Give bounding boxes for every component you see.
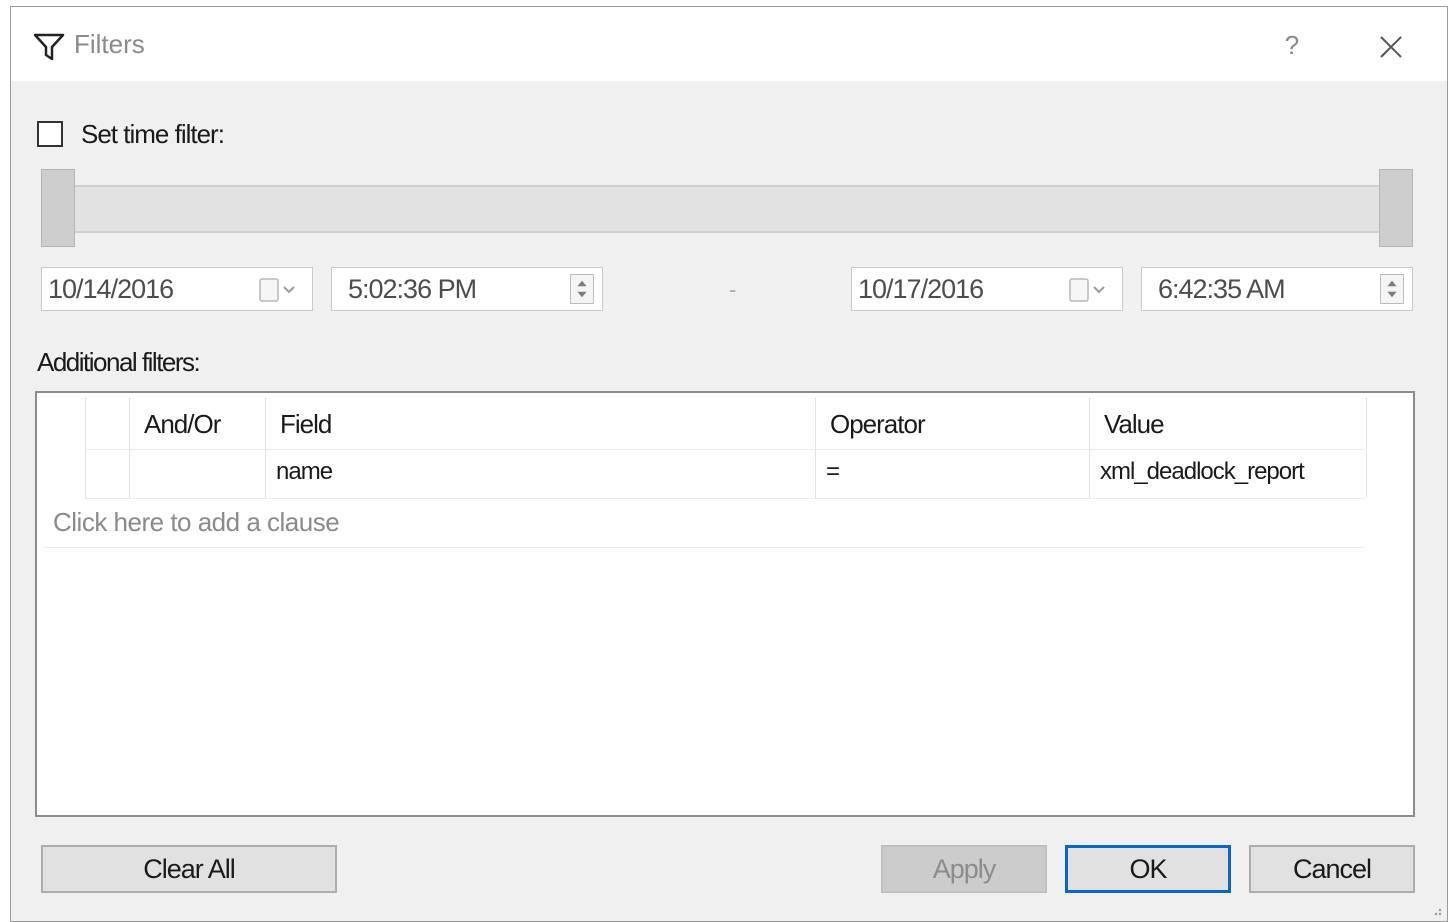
cell-field[interactable]: name — [265, 450, 816, 498]
start-time-input[interactable]: 5:02:36 PM — [331, 267, 603, 311]
cell-text: = — [826, 458, 840, 485]
end-time-value: 6:42:35 AM — [1158, 274, 1286, 304]
slider-start-handle[interactable] — [41, 169, 75, 247]
cell-and-or[interactable] — [129, 450, 266, 498]
column-header-operator[interactable]: Operator — [815, 397, 1090, 449]
spin-updown-icon[interactable] — [1380, 274, 1404, 304]
column-header-label: Operator — [830, 409, 926, 439]
apply-button[interactable]: Apply — [881, 845, 1047, 893]
dialog-title: Filters — [74, 29, 145, 59]
end-time-input[interactable]: 6:42:35 AM — [1141, 267, 1413, 311]
column-header-and-or[interactable]: And/Or — [129, 397, 266, 449]
cell-operator[interactable]: = — [815, 450, 1090, 498]
calendar-dropdown-icon[interactable] — [1064, 276, 1114, 304]
column-header-label: And/Or — [144, 409, 221, 439]
row-selector-header — [85, 397, 130, 449]
add-clause-row[interactable]: Click here to add a clause — [43, 501, 1363, 548]
filters-dialog: Filters ? Set time filter: 10/14/2016 5:… — [10, 6, 1448, 922]
additional-filters-label: Additional filters: — [37, 347, 201, 377]
set-time-filter-label[interactable]: Set time filter: — [81, 119, 225, 150]
set-time-filter-checkbox[interactable] — [37, 121, 63, 147]
ok-button[interactable]: OK — [1065, 845, 1231, 893]
title-bar: Filters ? — [11, 7, 1447, 81]
calendar-dropdown-icon[interactable] — [254, 276, 304, 304]
column-header-value[interactable]: Value — [1089, 397, 1367, 449]
close-icon[interactable] — [1371, 27, 1411, 67]
clear-all-button[interactable]: Clear All — [41, 845, 337, 893]
filter-icon — [33, 33, 65, 61]
grid-header-row: And/Or Field Operator Value — [85, 397, 1367, 449]
add-clause-link[interactable]: Click here to add a clause — [53, 507, 340, 538]
resize-grip-icon[interactable] — [1429, 903, 1443, 917]
cancel-button[interactable]: Cancel — [1249, 845, 1415, 893]
start-date-value: 10/14/2016 — [48, 274, 174, 304]
slider-end-handle[interactable] — [1379, 169, 1413, 247]
time-range-slider[interactable] — [41, 169, 1413, 249]
cell-text: name — [276, 458, 333, 485]
column-header-field[interactable]: Field — [265, 397, 816, 449]
cell-value[interactable]: xml_deadlock_report — [1089, 450, 1367, 498]
slider-track — [71, 185, 1383, 233]
filter-clause-grid[interactable]: And/Or Field Operator Value name = xml_d… — [35, 391, 1415, 817]
start-date-picker[interactable]: 10/14/2016 — [41, 267, 313, 311]
end-date-picker[interactable]: 10/17/2016 — [851, 267, 1123, 311]
help-icon: ? — [1284, 30, 1300, 60]
help-button[interactable]: ? — [1277, 25, 1307, 65]
table-row[interactable]: name = xml_deadlock_report — [85, 449, 1367, 499]
column-header-label: Value — [1104, 409, 1165, 439]
cell-text: xml_deadlock_report — [1100, 458, 1305, 485]
column-header-label: Field — [280, 409, 332, 439]
spin-updown-icon[interactable] — [570, 274, 594, 304]
start-time-value: 5:02:36 PM — [348, 274, 477, 304]
row-selector[interactable] — [85, 450, 130, 498]
date-range-separator: - — [729, 277, 737, 302]
end-date-value: 10/17/2016 — [858, 274, 984, 304]
